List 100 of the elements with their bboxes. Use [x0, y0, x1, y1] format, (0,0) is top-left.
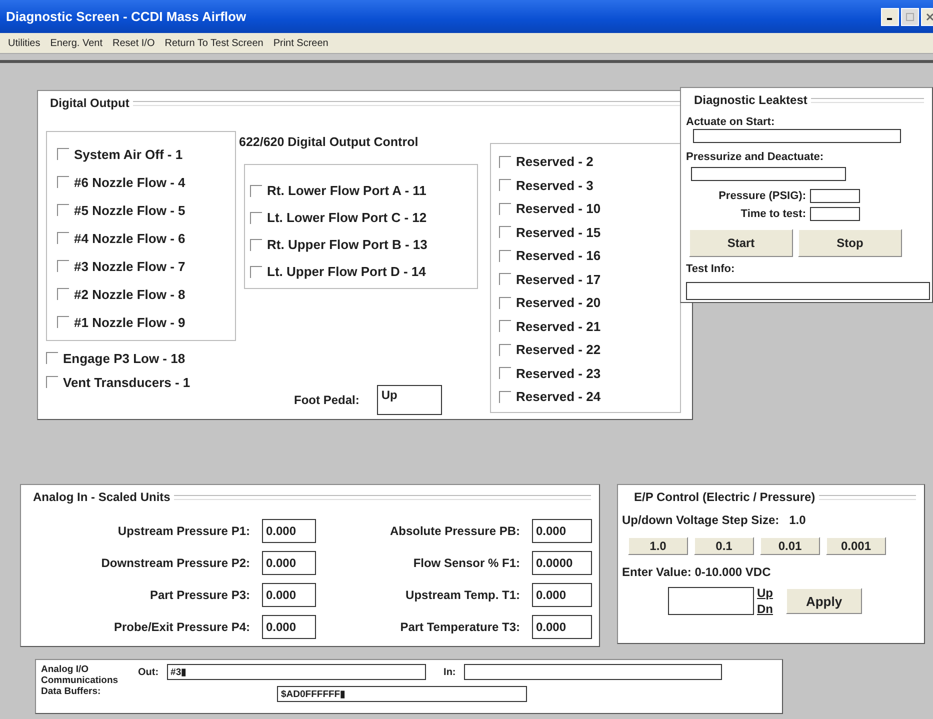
- checkbox-label: System Air Off - 1: [74, 146, 183, 162]
- checkbox-label: #6 Nozzle Flow - 4: [74, 174, 186, 190]
- step-button[interactable]: 0.01: [760, 537, 820, 555]
- checkbox[interactable]: [57, 204, 69, 216]
- test-button[interactable]: Stop: [798, 229, 902, 257]
- pressure-field[interactable]: [810, 189, 860, 203]
- checkbox[interactable]: [499, 390, 511, 403]
- checkbox-label: Reserved - 24: [516, 389, 601, 404]
- checkbox-label: Engage P3 Low - 18: [63, 350, 186, 366]
- reading-field: 0.000: [262, 583, 316, 607]
- menu-item[interactable]: Utilities: [8, 38, 40, 48]
- foot-pedal-label: Foot Pedal:: [294, 393, 360, 407]
- pressure-label: Pressure (PSIG):: [718, 190, 807, 202]
- checkbox[interactable]: [57, 148, 69, 160]
- checkbox[interactable]: [57, 176, 69, 188]
- checkbox[interactable]: [46, 376, 58, 388]
- step-button[interactable]: 1.0: [628, 537, 688, 555]
- pressurize-field[interactable]: [691, 167, 846, 181]
- checkbox[interactable]: [57, 232, 69, 244]
- down-link[interactable]: Dn: [757, 601, 773, 617]
- test-info-field[interactable]: [686, 282, 930, 300]
- step-button[interactable]: 0.001: [826, 537, 886, 555]
- checkbox-label: #2 Nozzle Flow - 8: [74, 286, 186, 302]
- checkbox-label: Reserved - 21: [516, 318, 601, 334]
- maximize-button[interactable]: [901, 8, 919, 26]
- checkbox-label: Reserved - 17: [516, 272, 601, 287]
- checkbox-label: Reserved - 23: [516, 366, 601, 381]
- reading-field: 0.000: [532, 519, 592, 543]
- checkbox[interactable]: [250, 266, 262, 278]
- buffer-field: $AD0FFFFFF▮: [277, 686, 527, 702]
- checkbox[interactable]: [499, 202, 511, 215]
- foot-pedal-field: Up: [377, 385, 442, 415]
- checkbox-label: Reserved - 15: [516, 224, 601, 240]
- checkbox[interactable]: [499, 273, 511, 286]
- checkbox-label: #5 Nozzle Flow - 5: [74, 202, 186, 218]
- apply-button[interactable]: Apply: [786, 588, 862, 614]
- out-label: Out:: [138, 666, 159, 678]
- reading-field: 0.000: [262, 519, 316, 543]
- reading-field: 0.000: [532, 615, 592, 639]
- menu-item[interactable]: Reset I/O: [112, 38, 155, 48]
- checkbox[interactable]: [499, 367, 511, 380]
- reading-label: Part Pressure P3:: [148, 588, 251, 602]
- group-title: E/P Control (Electric / Pressure): [633, 490, 816, 504]
- checkbox[interactable]: [57, 260, 69, 272]
- checkbox[interactable]: [499, 344, 511, 356]
- reading-label: Absolute Pressure PB:: [388, 524, 521, 538]
- enter-value-label: Enter Value: 0-10.000 VDC: [622, 565, 772, 579]
- checkbox[interactable]: [250, 212, 262, 224]
- group-title: Diagnostic Leaktest: [693, 93, 808, 107]
- reading-label: Upstream Pressure P1:: [116, 524, 251, 538]
- checkbox-label: Lt. Upper Flow Port D - 14: [267, 264, 426, 279]
- reading-label: Upstream Temp. T1:: [404, 588, 521, 602]
- reading-field: 0.000: [262, 551, 316, 575]
- checkbox-label: Vent Transducers - 1: [63, 374, 190, 390]
- checkbox-label: #1 Nozzle Flow - 9: [74, 314, 186, 330]
- reading-label: Probe/Exit Pressure P4:: [112, 620, 251, 634]
- reading-label: Part Temperature T3:: [399, 620, 521, 634]
- test-info-label: Test Info:: [686, 263, 736, 275]
- checkbox-label: #3 Nozzle Flow - 7: [74, 258, 186, 274]
- reading-label: Flow Sensor % F1:: [412, 556, 521, 570]
- checkbox[interactable]: [499, 320, 511, 332]
- reading-field: 0.000: [532, 583, 592, 607]
- step-size-value: 1.0: [789, 513, 806, 527]
- step-button[interactable]: 0.1: [694, 537, 754, 555]
- checkbox-label: Reserved - 20: [516, 295, 601, 310]
- checkbox-label: #4 Nozzle Flow - 6: [74, 230, 186, 246]
- test-button[interactable]: Start: [689, 229, 793, 257]
- up-link[interactable]: Up: [757, 585, 773, 601]
- menu-item[interactable]: Energ. Vent: [50, 38, 102, 48]
- checkbox-label: Rt. Lower Flow Port A - 11: [267, 183, 426, 198]
- checkbox-label: Reserved - 22: [516, 342, 601, 358]
- close-icon: [926, 12, 933, 20]
- checkbox[interactable]: [57, 288, 69, 300]
- window-title: Diagnostic Screen - CCDI Mass Airflow: [6, 9, 246, 24]
- checkbox[interactable]: [499, 296, 511, 309]
- menu-item[interactable]: Print Screen: [273, 38, 328, 48]
- group-title: Digital Output: [49, 96, 130, 110]
- checkbox[interactable]: [46, 352, 58, 364]
- group-title: Analog In - Scaled Units: [32, 490, 172, 504]
- checkbox[interactable]: [250, 184, 262, 196]
- actuate-field[interactable]: [693, 129, 901, 143]
- checkbox-label: Reserved - 10: [516, 201, 601, 216]
- checkbox[interactable]: [499, 156, 511, 168]
- checkbox[interactable]: [499, 250, 511, 262]
- checkbox[interactable]: [57, 316, 69, 328]
- menu-item[interactable]: Return To Test Screen: [164, 38, 264, 48]
- checkbox[interactable]: [250, 238, 262, 250]
- checkbox[interactable]: [499, 226, 511, 238]
- in-label: In:: [444, 666, 456, 678]
- checkbox[interactable]: [499, 179, 511, 192]
- checkbox-label: Reserved - 2: [516, 154, 594, 170]
- out-field: #3▮: [166, 664, 426, 680]
- buffers-label: Analog I/O Communications Data Buffers:: [41, 664, 120, 699]
- value-field[interactable]: [668, 587, 754, 615]
- checkbox-label: Rt. Upper Flow Port B - 13: [267, 237, 428, 252]
- reading-field: 0.000: [262, 615, 316, 639]
- section-title: 622/620 Digital Output Control: [239, 135, 420, 149]
- maximize-icon: [906, 12, 914, 20]
- minimize-button[interactable]: [881, 8, 899, 26]
- time-field[interactable]: [810, 207, 860, 221]
